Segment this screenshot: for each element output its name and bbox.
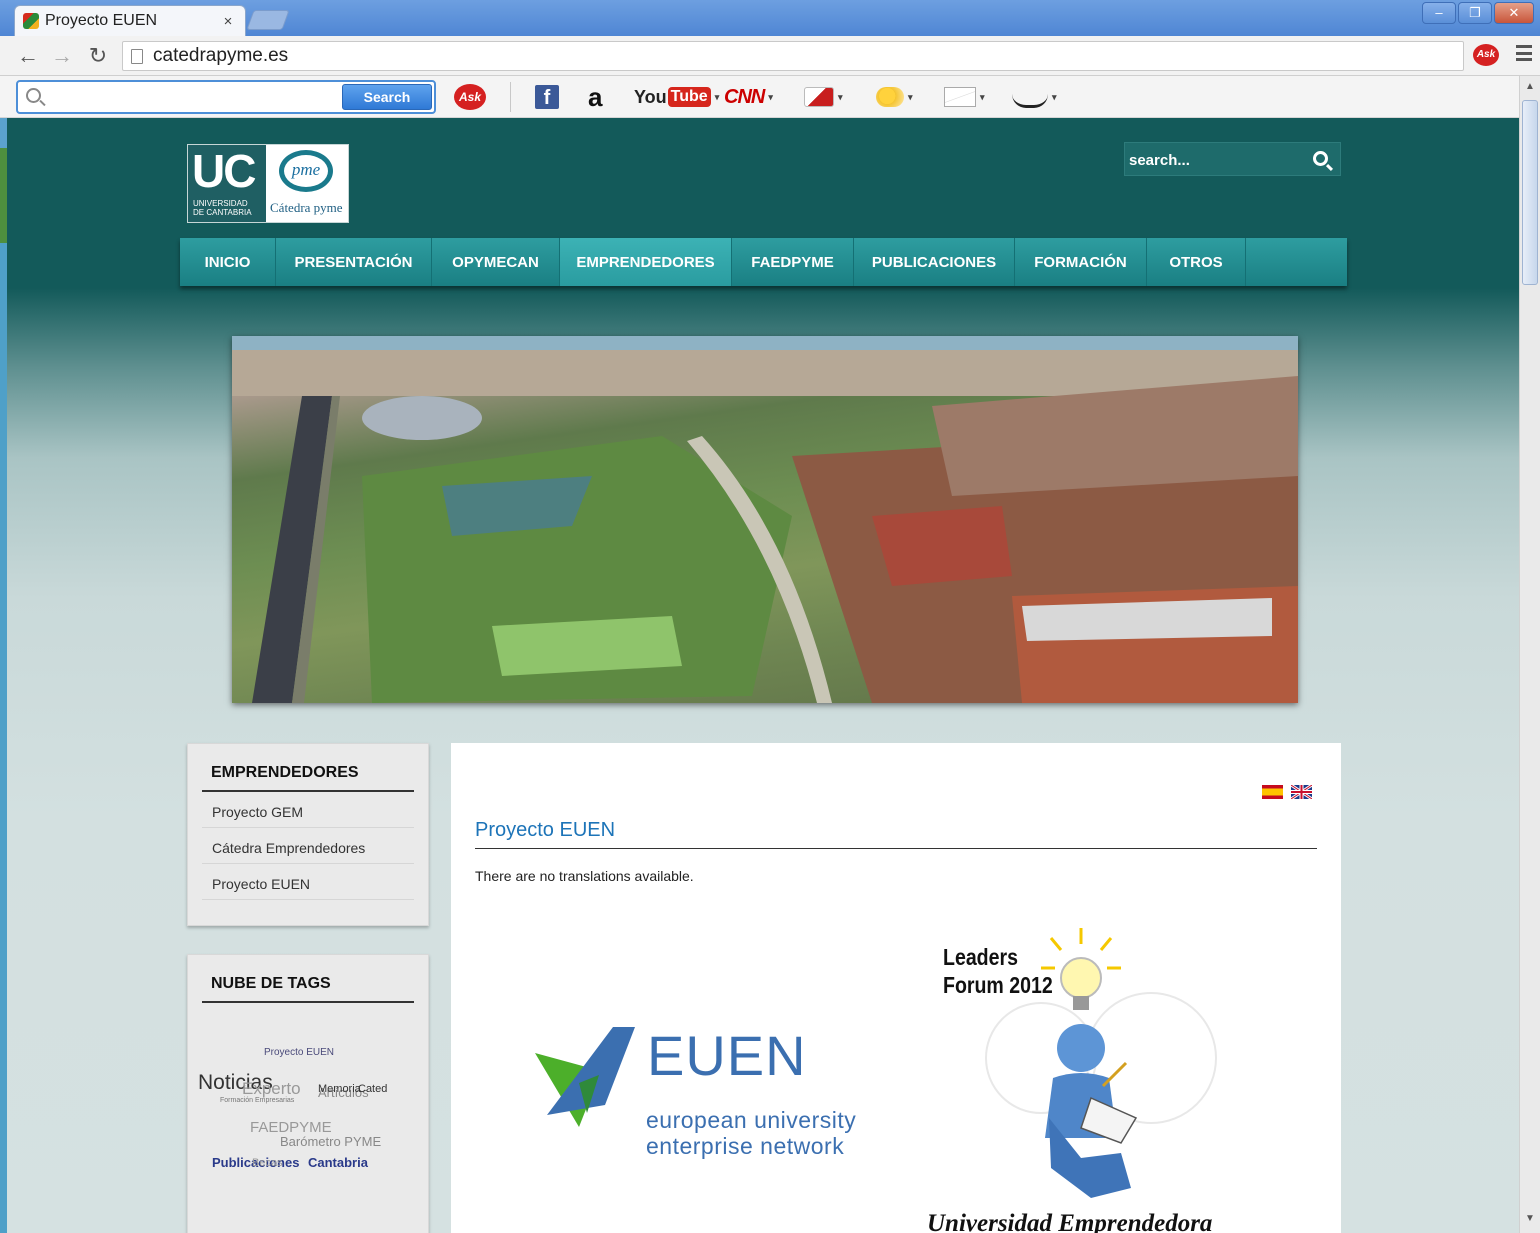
scroll-down-arrow-icon[interactable]: ▼ [1523, 1212, 1537, 1226]
uc-logo-text: UC [192, 145, 256, 197]
toolbar-separator [510, 82, 511, 112]
uk-flag-icon[interactable] [1290, 783, 1313, 801]
main-navigation: INICIO PRESENTACIÓN OPYMECAN EMPRENDEDOR… [180, 238, 1347, 286]
desktop-edge [0, 118, 7, 1233]
toolbar-search-button[interactable]: Search [342, 84, 432, 110]
nav-presentacion[interactable]: PRESENTACIÓN [276, 238, 432, 286]
joomla-favicon-icon [23, 13, 39, 29]
universidad-emprendedora-caption: Universidad Emprendedora [927, 1210, 1213, 1233]
leaders-forum-title-line2: Forum 2012 [943, 972, 1053, 998]
ask-logo-icon[interactable]: Ask [454, 84, 486, 110]
browser-menu-icon[interactable] [1516, 45, 1532, 61]
weather-icon[interactable]: ▾ [876, 84, 913, 110]
catedra-pyme-text: Cátedra pyme [270, 200, 343, 215]
nav-formacion[interactable]: FORMACIÓN [1015, 238, 1147, 286]
toolbar-search-input[interactable] [50, 86, 350, 108]
browser-nav-bar: ← → ↻ catedrapyme.es Ask [0, 36, 1540, 76]
web-page: UC UNIVERSIDAD DE CANTABRIA pme Cátedra … [7, 118, 1519, 1233]
back-arrow-icon[interactable]: ← [14, 42, 42, 70]
tag-link[interactable]: Barómetro PYME [280, 1134, 381, 1149]
amazon-icon[interactable]: a [588, 82, 602, 112]
search-icon[interactable] [1313, 151, 1328, 166]
url-text[interactable]: catedrapyme.es [153, 45, 288, 67]
tag-link[interactable]: Proyecto EUEN [264, 1047, 334, 1058]
minimize-button[interactable]: – [1422, 2, 1456, 24]
games-icon[interactable]: ▾ [804, 84, 843, 110]
search-icon [26, 88, 41, 103]
translation-notice: There are no translations available. [475, 868, 694, 884]
page-icon [131, 48, 143, 64]
toolbar-search-box: Search [16, 80, 436, 114]
close-window-button[interactable]: ✕ [1494, 2, 1534, 24]
address-bar[interactable]: catedrapyme.es [122, 41, 1464, 71]
tag-link[interactable]: Cated [358, 1083, 387, 1095]
vertical-scrollbar[interactable]: ▲ ▼ [1519, 76, 1540, 1233]
nav-publicaciones[interactable]: PUBLICACIONES [854, 238, 1015, 286]
facebook-icon[interactable]: f [535, 84, 559, 110]
nav-inicio[interactable]: INICIO [180, 238, 276, 286]
sidebar-item-catedra-emprendedores[interactable]: Cátedra Emprendedores [202, 828, 414, 864]
page-title: Proyecto EUEN [475, 819, 1317, 849]
new-tab-button[interactable] [246, 10, 290, 30]
catedra-pyme-logo: pme Cátedra pyme [266, 145, 348, 222]
campus-aerial-banner [232, 336, 1298, 703]
campus-aerial-photo [232, 336, 1298, 703]
tag-cloud-title: NUBE DE TAGS [202, 975, 414, 1003]
site-logo[interactable]: UC UNIVERSIDAD DE CANTABRIA pme Cátedra … [187, 144, 349, 223]
uk-flag-graphic [1290, 783, 1313, 801]
scroll-up-arrow-icon[interactable]: ▲ [1523, 80, 1537, 94]
euen-logo: EUEN european university enterprise netw… [523, 1013, 923, 1183]
uc-logo: UC UNIVERSIDAD DE CANTABRIA [188, 145, 266, 222]
leaders-forum-title-line1: Leaders [943, 944, 1018, 970]
tag-link[interactable]: Cantabria [308, 1155, 368, 1170]
nav-emprendedores[interactable]: EMPRENDEDORES [560, 238, 732, 286]
ask-extension-icon[interactable]: Ask [1473, 44, 1499, 66]
nav-faedpyme[interactable]: FAEDPYME [732, 238, 854, 286]
reload-icon[interactable]: ↻ [84, 42, 112, 70]
sidebar-item-proyecto-gem[interactable]: Proyecto GEM [202, 792, 414, 828]
pyme-mark-icon: pme [279, 150, 333, 192]
emprendedores-list: Proyecto GEM Cátedra Emprendedores Proye… [202, 792, 414, 900]
cnn-icon[interactable]: CNN ▾ [724, 84, 773, 110]
emprendedores-menu-title: EMPRENDEDORES [202, 764, 414, 792]
sign-language-icon[interactable]: ▾ [1012, 84, 1057, 110]
euen-subtitle-line1: european university [646, 1107, 857, 1133]
youtube-icon[interactable]: You Tube ▾ [634, 84, 719, 110]
ask-toolbar: Search Ask f a You Tube ▾ CNN ▾ ▾ ▾ ▾ ▾ [0, 76, 1540, 118]
tab-close-icon[interactable]: × [219, 13, 237, 30]
leaders-forum-graphic: Leaders Forum 2012 Universidad Emprended… [921, 918, 1251, 1233]
tag-link[interactable]: Experto [242, 1079, 301, 1099]
euen-subtitle-line2: enterprise network [646, 1133, 845, 1159]
euen-emblem-icon [535, 1027, 635, 1127]
tab-title: Proyecto EUEN [45, 12, 158, 29]
browser-title-bar: Proyecto EUEN × – ❐ ✕ [0, 0, 1540, 36]
mail-icon[interactable]: ▾ [944, 84, 985, 110]
site-search-box [1124, 142, 1341, 176]
site-search-input[interactable] [1129, 149, 1299, 171]
nav-opymecan[interactable]: OPYMECAN [432, 238, 560, 286]
tag-link[interactable]: Memoria [318, 1083, 361, 1095]
main-content: Proyecto EUEN There are no translations … [451, 743, 1341, 1233]
euen-title: EUEN [647, 1024, 807, 1087]
forward-arrow-icon[interactable]: → [48, 42, 76, 70]
restore-button[interactable]: ❐ [1458, 2, 1492, 24]
sidebar-item-proyecto-euen[interactable]: Proyecto EUEN [202, 864, 414, 900]
scroll-thumb[interactable] [1522, 100, 1538, 285]
tag-link[interactable]: Becas [252, 1157, 283, 1169]
tag-cloud: Proyecto EUEN Noticias Experto Artículos… [198, 1003, 414, 1173]
window-controls: – ❐ ✕ [1420, 2, 1534, 24]
tag-link[interactable]: Formación Empresarias [220, 1097, 294, 1104]
tag-cloud-box: NUBE DE TAGS Proyecto EUEN Noticias Expe… [187, 954, 429, 1233]
emprendedores-menu: EMPRENDEDORES Proyecto GEM Cátedra Empre… [187, 743, 429, 926]
nav-otros[interactable]: OTROS [1147, 238, 1246, 286]
spanish-flag-icon[interactable] [1262, 785, 1283, 799]
browser-tab[interactable]: Proyecto EUEN × [14, 5, 246, 36]
university-name: UNIVERSIDAD DE CANTABRIA [193, 199, 252, 217]
